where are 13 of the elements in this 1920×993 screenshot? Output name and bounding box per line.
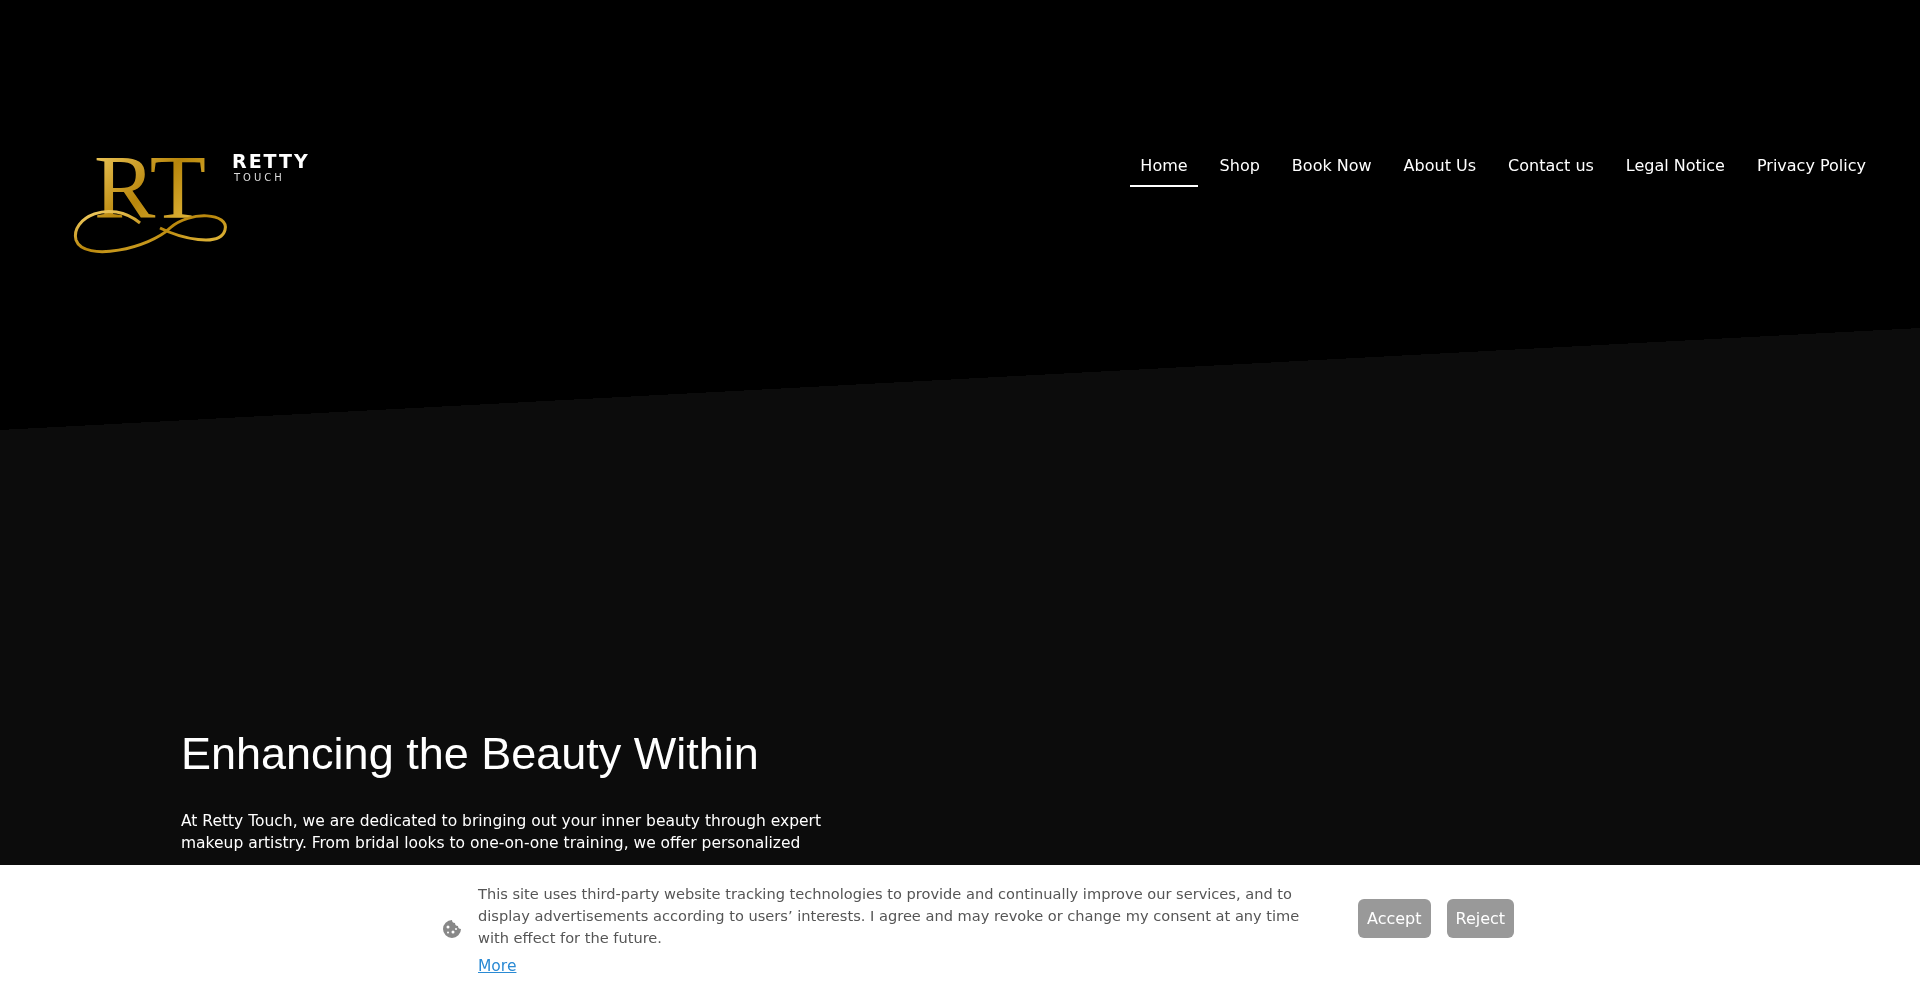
nav-link[interactable]: Shop (1209, 150, 1270, 187)
nav-link[interactable]: Home (1130, 150, 1198, 187)
more-link[interactable]: More (478, 957, 517, 975)
hero-text: At Retty Touch, we are dedicated to bringing out your inner beauty through expert makeup artistry. From bridal looks to one-on-one training, we offer personalized (181, 811, 822, 854)
nav-link[interactable]: Privacy Policy (1746, 150, 1876, 187)
nav-link[interactable]: Contact us (1498, 150, 1604, 187)
hero-heading: Enhancing the Beauty Within (181, 728, 760, 780)
consent-text: This site uses third-party website tracking technologies to provide and continually improve our services, and to display advertisements according to users’ interests. I agree and may revoke or change my consent at any time with effect for the future. (478, 884, 1301, 948)
nav-link[interactable]: Book Now (1281, 150, 1382, 187)
nav-link[interactable]: Legal Notice (1615, 150, 1735, 187)
cookie-icon (442, 919, 462, 939)
nav-link[interactable]: About Us (1393, 150, 1487, 187)
logo[interactable]: RT RETTY TOUCH (70, 128, 310, 258)
